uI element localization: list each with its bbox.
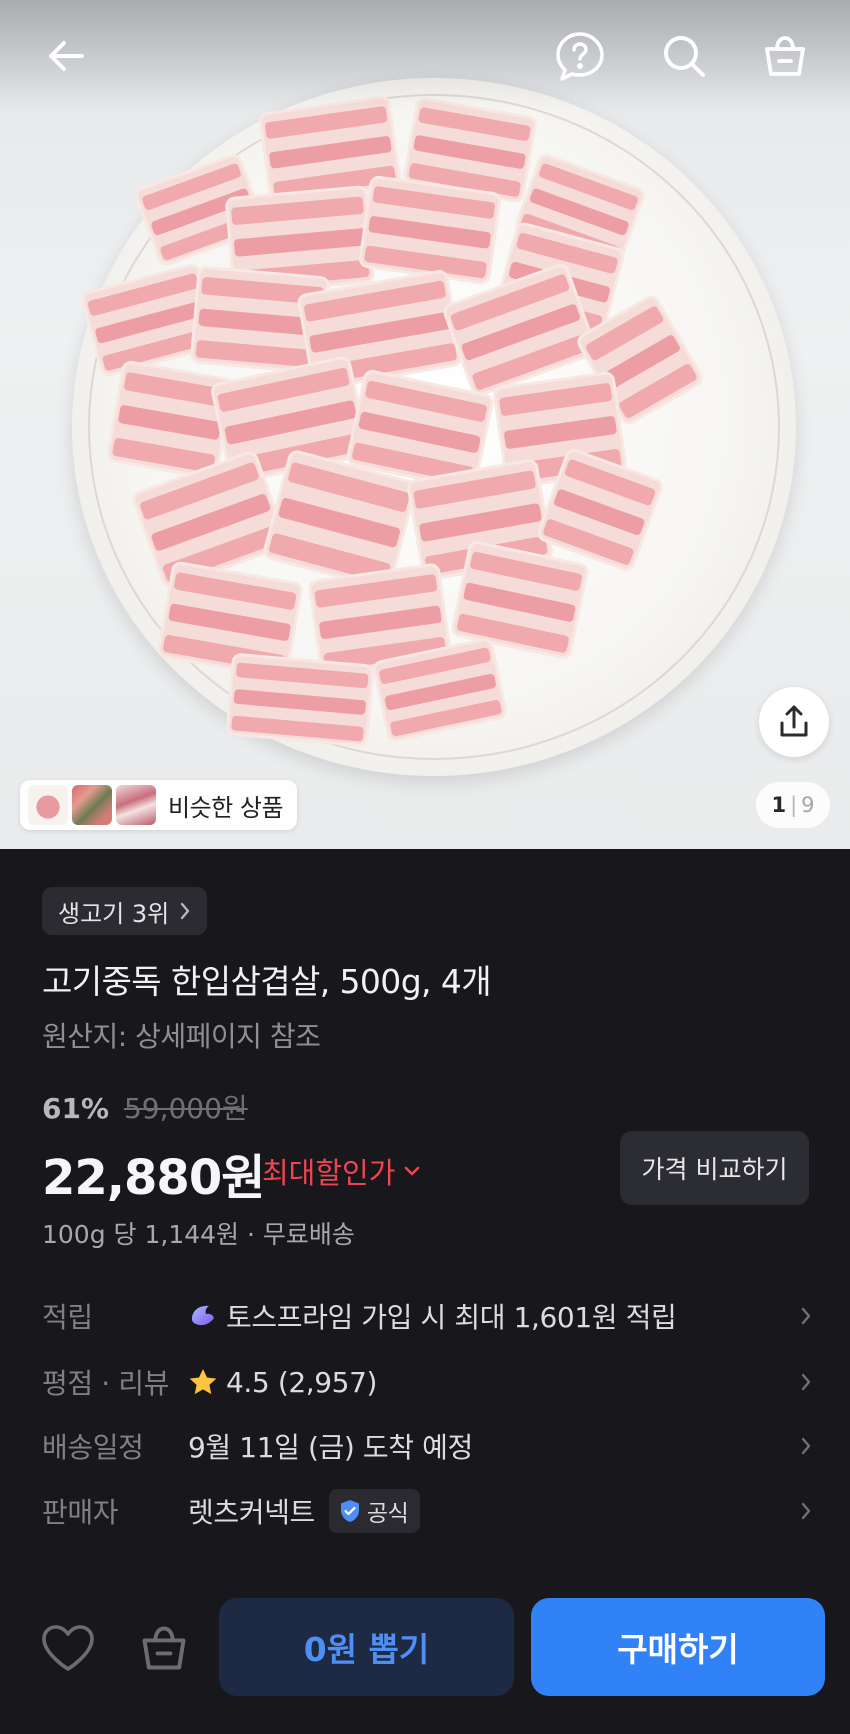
- share-button[interactable]: [759, 687, 829, 757]
- add-to-cart-button[interactable]: [134, 1618, 194, 1678]
- search-button[interactable]: [654, 26, 714, 86]
- chevron-right-icon: [801, 1437, 811, 1455]
- original-price: 59,000원: [123, 1092, 248, 1125]
- pork-belly-image: [81, 95, 703, 747]
- product-origin: 원산지: 상세페이지 참조: [42, 1020, 321, 1053]
- image-counter: 1 | 9: [756, 782, 830, 828]
- shopping-bag-icon: [142, 1626, 186, 1670]
- shopping-bag-icon: [765, 36, 805, 76]
- heart-icon: [42, 1625, 94, 1671]
- chevron-right-icon: [181, 902, 190, 920]
- arrow-left-icon: [49, 41, 84, 71]
- similar-products-button[interactable]: 비슷한 상품: [20, 780, 298, 830]
- max-discount-toggle[interactable]: 최대할인가: [262, 1150, 421, 1192]
- info-row-points[interactable]: 적립 토스프라임 가입 시 최대 1,601원 적립: [42, 1290, 812, 1342]
- category-rank-chip[interactable]: 생고기 3위: [42, 887, 208, 935]
- similar-thumbnail: [72, 785, 112, 825]
- chevron-right-icon: [801, 1373, 811, 1391]
- chevron-down-icon: [405, 1166, 420, 1176]
- cart-button[interactable]: [755, 26, 815, 86]
- chevron-right-icon: [801, 1307, 811, 1325]
- search-icon: [664, 36, 705, 77]
- product-image-carousel[interactable]: 비슷한 상품 1 | 9: [0, 0, 850, 849]
- share-icon: [780, 705, 808, 737]
- zero-won-draw-button[interactable]: 0원 뽑기: [219, 1598, 514, 1696]
- similar-products-label: 비슷한 상품: [168, 793, 284, 822]
- sale-price: 22,880원: [42, 1150, 265, 1206]
- official-badge: 공식: [328, 1489, 421, 1533]
- question-bubble-icon: [556, 32, 604, 81]
- star-icon: [189, 1369, 217, 1395]
- chevron-right-icon: [801, 1502, 811, 1520]
- back-button[interactable]: [36, 26, 96, 86]
- buy-button[interactable]: 구매하기: [531, 1598, 825, 1696]
- toss-prime-icon: [192, 1305, 214, 1326]
- shield-check-icon: [340, 1500, 359, 1522]
- info-row-delivery[interactable]: 배송일정 9월 11일 (금) 도착 예정: [42, 1420, 812, 1472]
- discount-row: 61% 59,000원: [42, 1087, 248, 1127]
- similar-thumbnail: [28, 785, 68, 825]
- product-title: 고기중독 한입삼겹살, 500g, 4개: [42, 962, 492, 1001]
- help-button[interactable]: [550, 26, 610, 86]
- info-row-seller[interactable]: 판매자 렛츠커넥트 공식: [42, 1485, 812, 1537]
- info-row-rating[interactable]: 평점 · 리뷰 4.5 (2,957): [42, 1356, 812, 1408]
- unit-price-shipping: 100g 당 1,144원 · 무료배송: [42, 1220, 355, 1249]
- compare-price-button[interactable]: 가격 비교하기: [620, 1131, 809, 1205]
- seller-name: 렛츠커넥트: [188, 1496, 315, 1529]
- similar-thumbnail: [116, 785, 156, 825]
- discount-rate: 61%: [42, 1092, 110, 1125]
- wishlist-button[interactable]: [38, 1618, 98, 1678]
